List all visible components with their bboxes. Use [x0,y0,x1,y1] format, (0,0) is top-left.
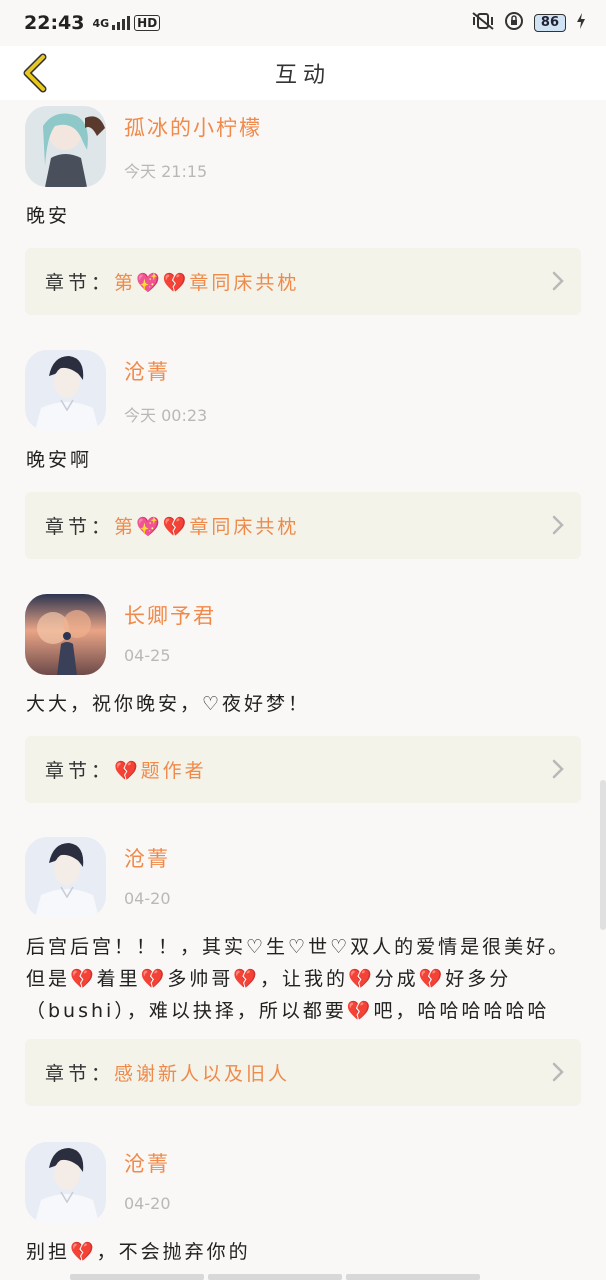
avatar[interactable] [25,1142,106,1223]
page-title: 互动 [274,63,331,88]
nav-bar: 互动 [0,46,606,100]
chapter-title: 第💖💔章同床共枕 [114,272,300,294]
back-chevron-icon[interactable] [14,52,54,94]
vibrate-icon [472,11,494,35]
avatar[interactable] [25,837,106,918]
list-item: 孤冰的小柠檬 今天 21:15 晚安 章节： 第💖💔章同床共枕 [0,100,606,340]
signal-icon [112,16,131,30]
chevron-right-icon [551,758,565,785]
hd-badge: HD [134,15,161,31]
chapter-title: 第💖💔章同床共枕 [114,516,300,538]
status-right: 86 [472,11,586,36]
username[interactable]: 长卿予君 [124,600,216,630]
charging-icon [576,12,586,34]
list-item: 长卿予君 04-25 大大，祝你晚安，♡夜好梦！ 章节： 💔题作者 [0,594,606,814]
timestamp: 今天 21:15 [124,162,208,181]
battery-icon: 86 [533,14,566,32]
list-item: 沧菁 04-20 别担💔，不会抛弃你的 [0,1142,606,1280]
chapter-prefix: 章节： [45,516,115,538]
comment-text: 晚安 [26,205,71,227]
username[interactable]: 孤冰的小柠檬 [124,112,262,142]
scrollbar[interactable] [600,780,606,930]
chapter-title: 感谢新人以及旧人 [114,1063,291,1085]
chapter-prefix: 章节： [45,272,115,294]
username[interactable]: 沧菁 [124,356,170,386]
rotation-lock-icon [504,11,524,36]
interaction-feed[interactable]: 孤冰的小柠檬 今天 21:15 晚安 章节： 第💖💔章同床共枕 沧菁 今天 00… [0,100,606,1280]
network-indicator: 4G [92,16,131,30]
avatar[interactable] [25,594,106,675]
list-item: 沧菁 今天 00:23 晚安啊 章节： 第💖💔章同床共枕 [0,350,606,570]
comment-text: 后宫后宫！！！，其实♡生♡世♡双人的爱情是很美好。但是💔着里💔多帅哥💔，让我的💔… [26,936,571,1022]
comment-text: 别担💔，不会抛弃你的 [26,1241,251,1263]
chapter-prefix: 章节： [45,1063,115,1085]
username[interactable]: 沧菁 [124,1148,170,1178]
avatar[interactable] [25,106,106,187]
bottom-divider [70,1274,480,1280]
chapter-link[interactable]: 章节： 第💖💔章同床共枕 [25,248,581,315]
avatar[interactable] [25,350,106,431]
comment-text: 大大，祝你晚安，♡夜好梦！ [26,693,311,715]
chapter-link[interactable]: 章节： 感谢新人以及旧人 [25,1039,581,1106]
timestamp: 04-20 [124,1194,171,1213]
timestamp: 04-20 [124,889,171,908]
username[interactable]: 沧菁 [124,843,170,873]
status-bar: 22:43 4G HD 86 [0,0,606,46]
chapter-link[interactable]: 章节： 💔题作者 [25,736,581,803]
network-type: 4G [92,16,110,30]
chapter-prefix: 章节： [45,760,115,782]
status-time: 22:43 [24,12,85,34]
chapter-link[interactable]: 章节： 第💖💔章同床共枕 [25,492,581,559]
timestamp: 04-25 [124,646,171,665]
chevron-right-icon [551,1061,565,1088]
chevron-right-icon [551,514,565,541]
comment-text: 晚安啊 [26,449,93,471]
timestamp: 今天 00:23 [124,406,208,425]
list-item: 沧菁 04-20 后宫后宫！！！，其实♡生♡世♡双人的爱情是很美好。但是💔着里💔… [0,837,606,1117]
chapter-title: 💔题作者 [114,760,207,782]
chevron-right-icon [551,270,565,297]
